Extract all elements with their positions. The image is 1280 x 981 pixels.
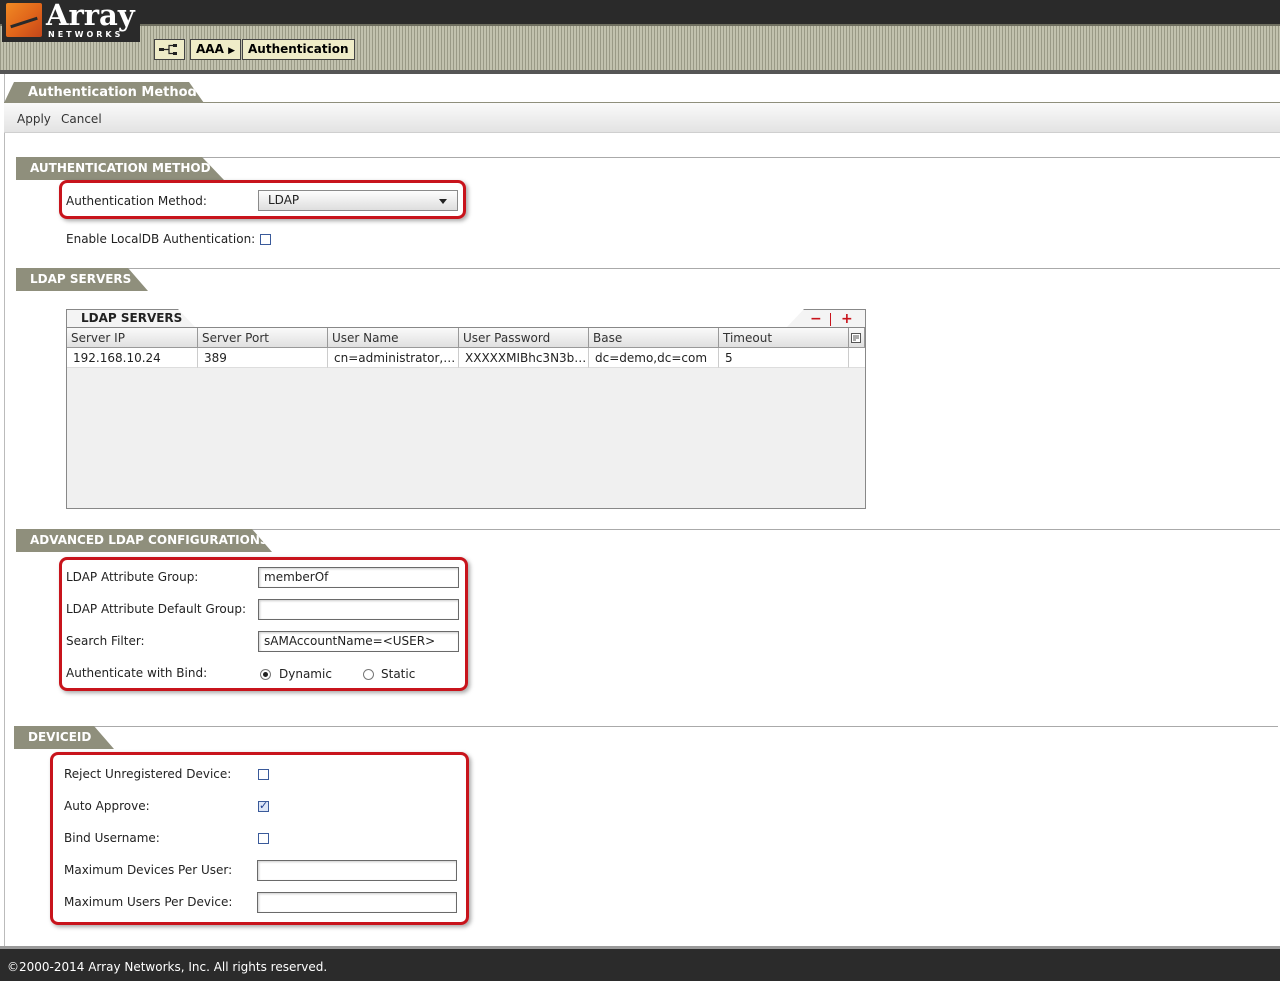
breadcrumb-authentication[interactable]: Authentication [242, 39, 355, 60]
cancel-button[interactable]: Cancel [61, 112, 102, 126]
cell-base: dc=demo,dc=com [589, 348, 719, 368]
column-header-base[interactable]: Base [589, 328, 719, 348]
ldap-servers-grid-title: LDAP SERVERS [66, 309, 196, 328]
apply-button[interactable]: Apply [17, 112, 51, 126]
cell-timeout: 5 [719, 348, 849, 368]
logo-mark-icon [6, 3, 42, 37]
breadcrumb-aaa-label: AAA [196, 42, 224, 56]
column-header-user-name[interactable]: User Name [328, 328, 459, 348]
logo-text: Array [46, 0, 135, 32]
tab-authentication-method[interactable]: Authentication Method [4, 82, 204, 103]
app-header: Array NETWORKS AAA ▶ Authentication [0, 0, 1280, 70]
logo-subtext: NETWORKS [48, 30, 124, 39]
breadcrumb-arrow-icon: ▶ [228, 46, 235, 56]
cell-spacer [849, 348, 865, 368]
remove-row-icon[interactable]: − [810, 311, 822, 327]
enable-localdb-checkbox[interactable] [260, 234, 271, 245]
cell-user-name: cn=administrator,cn... [328, 348, 459, 368]
sitemap-icon [159, 44, 177, 55]
sitemap-icon-button[interactable] [154, 39, 185, 60]
column-chooser-icon[interactable] [849, 328, 865, 348]
section-divider [14, 726, 1278, 727]
highlight-box-auth-method [59, 180, 466, 219]
section-header-advanced-ldap: ADVANCED LDAP CONFIGURATIONS [16, 529, 272, 552]
footer: ©2000-2014 Array Networks, Inc. All righ… [0, 946, 1280, 981]
section-header-ldap-servers: LDAP SERVERS [16, 268, 148, 291]
section-header-authentication-method: AUTHENTICATION METHOD [16, 157, 224, 180]
column-header-user-password[interactable]: User Password [459, 328, 589, 348]
highlight-box-advanced-ldap [59, 557, 468, 691]
section-divider [16, 268, 1280, 269]
cell-user-password: XXXXXMIBhc3N3b3J... [459, 348, 589, 368]
section-divider [16, 157, 1280, 158]
column-header-server-ip[interactable]: Server IP [67, 328, 198, 348]
ldap-servers-grid: Server IP Server Port User Name User Pas… [66, 327, 866, 509]
toolbar-separator [830, 313, 831, 326]
enable-localdb-label: Enable LocalDB Authentication: [66, 232, 256, 246]
copyright-text: ©2000-2014 Array Networks, Inc. All righ… [7, 960, 328, 974]
breadcrumb-aaa[interactable]: AAA ▶ [190, 39, 241, 60]
action-toolbar: Apply Cancel [4, 103, 1280, 133]
column-header-server-port[interactable]: Server Port [198, 328, 328, 348]
add-row-icon[interactable]: + [841, 311, 853, 327]
cell-server-port: 389 [198, 348, 328, 368]
cell-server-ip: 192.168.10.24 [67, 348, 198, 368]
column-header-timeout[interactable]: Timeout [719, 328, 849, 348]
array-networks-logo[interactable]: Array NETWORKS [2, 0, 140, 42]
highlight-box-deviceid [50, 752, 469, 925]
